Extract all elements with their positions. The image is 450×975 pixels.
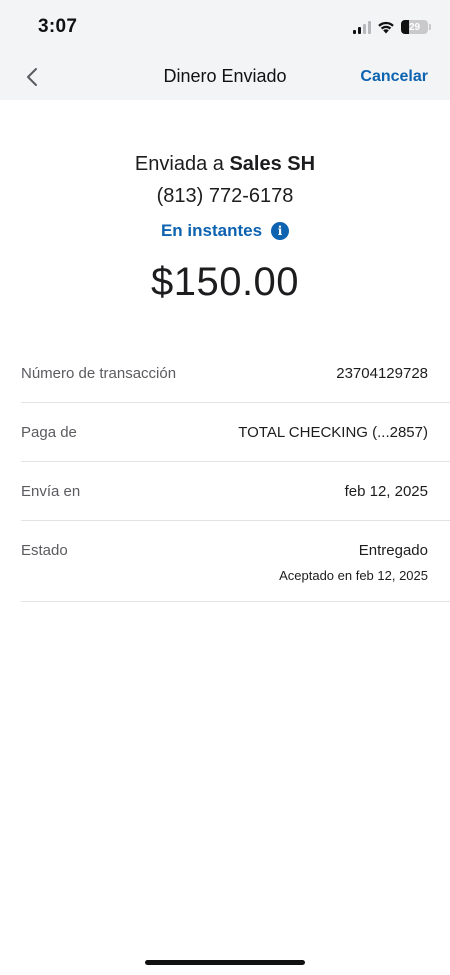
info-icon[interactable]: i bbox=[271, 222, 290, 240]
transaction-label: Número de transacción bbox=[21, 365, 177, 382]
home-indicator bbox=[145, 960, 305, 965]
send-on-value: feb 12, 2025 bbox=[344, 483, 428, 500]
battery-fill bbox=[401, 20, 409, 34]
detail-row-send-on: Envía en feb 12, 2025 bbox=[21, 462, 450, 521]
transaction-value: 23704129728 bbox=[336, 365, 428, 382]
delivery-speed: En instantes bbox=[160, 221, 263, 240]
status-value: Entregado bbox=[358, 542, 428, 559]
battery-icon: 29 bbox=[401, 20, 431, 34]
wifi-icon bbox=[378, 21, 394, 34]
status-label: Estado bbox=[21, 542, 68, 559]
recipient-name: Sales SH bbox=[229, 153, 316, 175]
nav-bar: Dinero Enviado Cancelar bbox=[0, 54, 450, 100]
sent-prefix: Enviada a bbox=[134, 153, 224, 175]
status-indicators: 29 bbox=[353, 18, 431, 36]
detail-row-status: Estado Entregado Aceptado en feb 12, 202… bbox=[21, 521, 450, 602]
cancel-button[interactable]: Cancelar bbox=[360, 68, 428, 86]
detail-row-pay-from: Paga de TOTAL CHECKING (...2857) bbox=[21, 403, 450, 462]
pay-from-value: TOTAL CHECKING (...2857) bbox=[238, 424, 428, 441]
recipient-phone: (813) 772-6178 bbox=[156, 185, 294, 207]
recipient-line: Enviada a Sales SH bbox=[0, 148, 450, 180]
status-bar: 3:07 29 bbox=[0, 0, 450, 54]
screen: 3:07 29 Dinero Enviado Cancelar Enviada … bbox=[0, 0, 450, 975]
signal-icon bbox=[353, 20, 371, 34]
pay-from-label: Paga de bbox=[21, 424, 77, 441]
payment-summary: Enviada a Sales SH (813) 772-6178 En ins… bbox=[0, 148, 450, 305]
transaction-details: Número de transacción 23704129728 Paga d… bbox=[21, 345, 450, 602]
amount: $150.00 bbox=[150, 260, 300, 304]
status-time: 3:07 bbox=[38, 16, 78, 37]
delivery-speed-line: En instantes i bbox=[0, 216, 450, 246]
detail-row-transaction: Número de transacción 23704129728 bbox=[21, 345, 450, 403]
status-subvalue: Aceptado en feb 12, 2025 bbox=[279, 568, 428, 583]
battery-percent: 29 bbox=[408, 21, 421, 33]
send-on-label: Envía en bbox=[21, 483, 81, 500]
